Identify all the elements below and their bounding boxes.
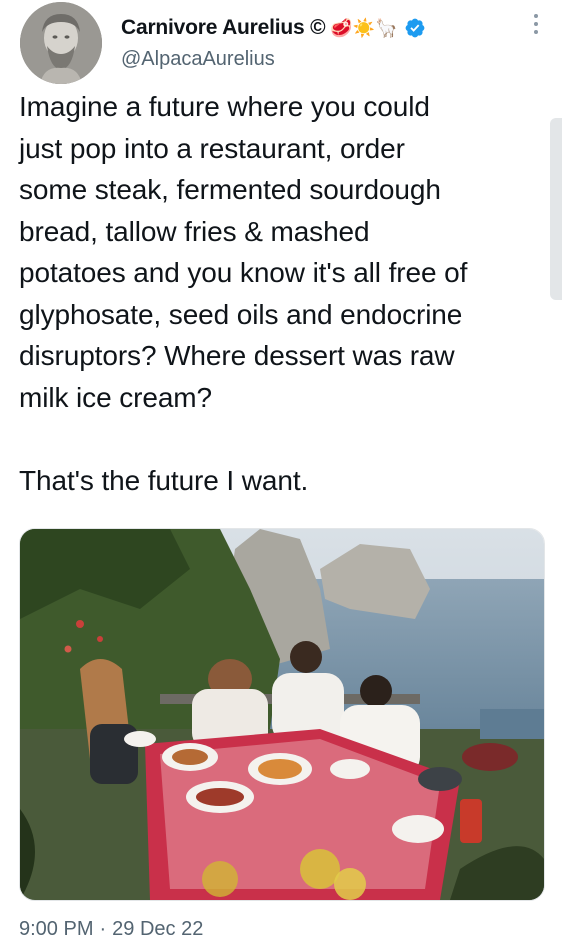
- tweet-photo[interactable]: [19, 528, 545, 901]
- author-block: Carnivore Aurelius © 🥩☀️🦙 @AlpacaAureliu…: [121, 14, 426, 71]
- verified-badge-icon: [405, 18, 425, 38]
- timestamp-separator: ·: [99, 918, 107, 940]
- bust-illustration: [20, 2, 102, 84]
- tweet-date: 29 Dec 22: [112, 918, 204, 940]
- tweet-timestamp[interactable]: 9:00 PM · 29 Dec 22: [19, 918, 203, 941]
- scrollbar[interactable]: [550, 118, 562, 300]
- avatar[interactable]: [20, 2, 102, 84]
- tweet-time: 9:00 PM: [19, 918, 94, 940]
- name-emojis: 🥩☀️🦙: [330, 18, 398, 38]
- more-options-icon[interactable]: [532, 14, 540, 38]
- display-name[interactable]: Carnivore Aurelius ©: [121, 16, 326, 40]
- name-row: Carnivore Aurelius © 🥩☀️🦙: [121, 14, 426, 42]
- handle[interactable]: @AlpacaAurelius: [121, 48, 426, 71]
- tweet-text: Imagine a future where you could just po…: [19, 91, 468, 496]
- photo-dinner-by-sea: [20, 529, 544, 900]
